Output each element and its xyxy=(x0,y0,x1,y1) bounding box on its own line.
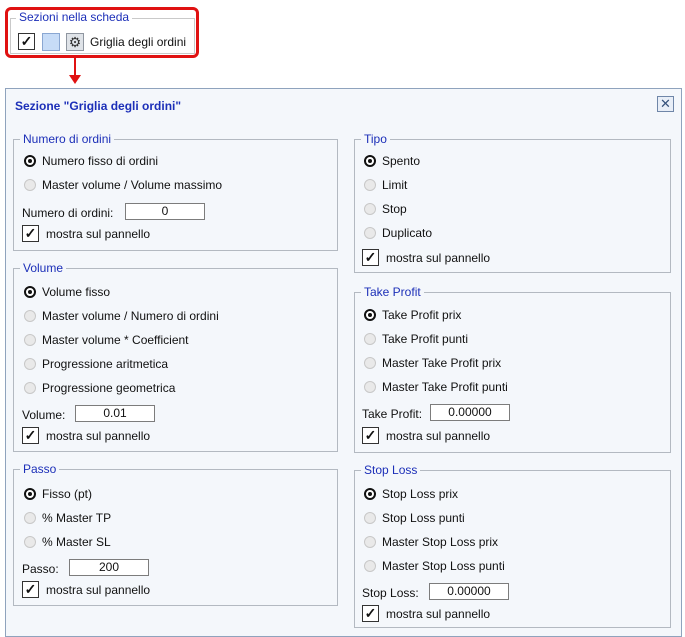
take-profit-input[interactable]: 0.00000 xyxy=(430,404,510,421)
radio-master-tp-label: % Master TP xyxy=(42,511,112,525)
radio-progressione-aritmetica[interactable] xyxy=(24,358,36,370)
passo-input[interactable]: 200 xyxy=(69,559,149,576)
radio-spento-label: Spento xyxy=(382,154,421,168)
dialog-title: Sezione "Griglia degli ordini" xyxy=(15,99,182,113)
radio-duplicato-label: Duplicato xyxy=(382,226,433,240)
passo-field-label: Passo: xyxy=(22,562,59,576)
radio-progressione-geometrica[interactable] xyxy=(24,382,36,394)
section-color-toggle[interactable] xyxy=(42,33,60,51)
radio-progressione-geometrica-label: Progressione geometrica xyxy=(42,381,176,395)
volume-field-label: Volume: xyxy=(22,408,66,422)
radio-master-tp-prix[interactable] xyxy=(364,357,376,369)
take-profit-field-label: Take Profit: xyxy=(362,407,423,421)
radio-master-tp-punti-label: Master Take Profit punti xyxy=(382,380,508,394)
take-profit-show-label: mostra sul pannello xyxy=(386,429,491,443)
group-tipo-title: Tipo xyxy=(361,132,390,146)
group-volume-title: Volume xyxy=(20,261,67,275)
sections-group-title: Sezioni nella scheda xyxy=(16,10,133,24)
take-profit-show-checkbox[interactable]: ✓ xyxy=(362,427,379,444)
radio-tp-punti-label: Take Profit punti xyxy=(382,332,469,346)
numero-di-ordini-show-label: mostra sul pannello xyxy=(46,227,151,241)
radio-duplicato[interactable] xyxy=(364,227,376,239)
passo-show-checkbox[interactable]: ✓ xyxy=(22,581,39,598)
stop-loss-show-checkbox[interactable]: ✓ xyxy=(362,605,379,622)
radio-master-sl-prix[interactable] xyxy=(364,536,376,548)
radio-master-tp-prix-label: Master Take Profit prix xyxy=(382,356,502,370)
radio-stop-label: Stop xyxy=(382,202,407,216)
radio-numero-fisso-label: Numero fisso di ordini xyxy=(42,154,159,168)
group-take-profit-title: Take Profit xyxy=(361,285,424,299)
radio-master-sl[interactable] xyxy=(24,536,36,548)
radio-stop[interactable] xyxy=(364,203,376,215)
volume-show-label: mostra sul pannello xyxy=(46,429,151,443)
radio-volume-coefficient[interactable] xyxy=(24,334,36,346)
radio-numero-fisso[interactable] xyxy=(24,155,36,167)
radio-limit-label: Limit xyxy=(382,178,408,192)
radio-master-sl-prix-label: Master Stop Loss prix xyxy=(382,535,499,549)
stop-loss-show-label: mostra sul pannello xyxy=(386,607,491,621)
group-passo-title: Passo xyxy=(20,462,60,476)
radio-master-tp[interactable] xyxy=(24,512,36,524)
radio-master-sl-punti[interactable] xyxy=(364,560,376,572)
group-stop-loss-title: Stop Loss xyxy=(361,463,421,477)
radio-master-volume-max-label: Master volume / Volume massimo xyxy=(42,178,223,192)
radio-master-sl-punti-label: Master Stop Loss punti xyxy=(382,559,505,573)
radio-sl-prix-label: Stop Loss prix xyxy=(382,487,459,501)
volume-input[interactable]: 0.01 xyxy=(75,405,155,422)
arrow-down-icon xyxy=(69,75,81,84)
radio-volume-numero-ordini-label: Master volume / Numero di ordini xyxy=(42,309,219,323)
numero-di-ordini-show-checkbox[interactable]: ✓ xyxy=(22,225,39,242)
radio-volume-fisso[interactable] xyxy=(24,286,36,298)
section-name-label: Griglia degli ordini xyxy=(90,35,187,49)
volume-show-checkbox[interactable]: ✓ xyxy=(22,427,39,444)
radio-volume-numero-ordini[interactable] xyxy=(24,310,36,322)
close-icon[interactable]: ✕ xyxy=(657,96,674,112)
radio-sl-prix[interactable] xyxy=(364,488,376,500)
numero-di-ordini-input[interactable]: 0 xyxy=(125,203,205,220)
radio-master-volume-max[interactable] xyxy=(24,179,36,191)
numero-di-ordini-field-label: Numero di ordini: xyxy=(22,206,114,220)
radio-volume-coefficient-label: Master volume * Coefficient xyxy=(42,333,189,347)
radio-volume-fisso-label: Volume fisso xyxy=(42,285,111,299)
stop-loss-input[interactable]: 0.00000 xyxy=(429,583,509,600)
passo-show-label: mostra sul pannello xyxy=(46,583,151,597)
section-visible-checkbox[interactable]: ✓ xyxy=(18,33,35,50)
tipo-show-checkbox[interactable]: ✓ xyxy=(362,249,379,266)
radio-tp-prix[interactable] xyxy=(364,309,376,321)
radio-fisso-pt-label: Fisso (pt) xyxy=(42,487,93,501)
radio-tp-prix-label: Take Profit prix xyxy=(382,308,462,322)
radio-tp-punti[interactable] xyxy=(364,333,376,345)
radio-master-sl-label: % Master SL xyxy=(42,535,111,549)
radio-limit[interactable] xyxy=(364,179,376,191)
gear-icon[interactable]: ⚙ xyxy=(66,33,84,51)
radio-progressione-aritmetica-label: Progressione aritmetica xyxy=(42,357,169,371)
radio-sl-punti-label: Stop Loss punti xyxy=(382,511,465,525)
radio-sl-punti[interactable] xyxy=(364,512,376,524)
group-numero-di-ordini-title: Numero di ordini xyxy=(20,132,115,146)
radio-spento[interactable] xyxy=(364,155,376,167)
radio-fisso-pt[interactable] xyxy=(24,488,36,500)
tipo-show-label: mostra sul pannello xyxy=(386,251,491,265)
stop-loss-field-label: Stop Loss: xyxy=(362,586,419,600)
radio-master-tp-punti[interactable] xyxy=(364,381,376,393)
